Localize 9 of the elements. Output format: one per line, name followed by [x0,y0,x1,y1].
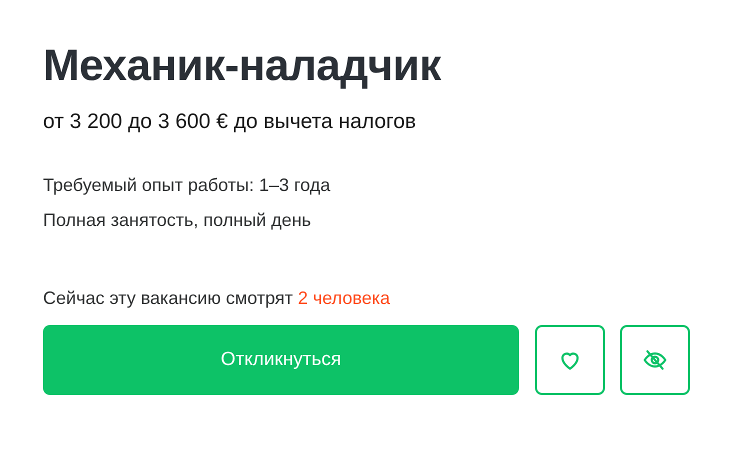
hidden-eye-icon [642,347,668,373]
job-title: Механик-наладчик [43,40,441,92]
detail-text: Полная занятость, полный день [43,209,312,232]
detail-text: Требуемый опыт работы: 1–3 года [43,174,330,197]
favorite-button[interactable] [535,325,605,395]
apply-button[interactable]: Откликнуться [43,325,519,395]
viewers-text: Сейчас эту вакансию смотрят 2 человека [43,287,390,310]
salary-text: от 3 200 до 3 600 € до вычета налогов [43,109,416,135]
hide-button[interactable] [620,325,690,395]
